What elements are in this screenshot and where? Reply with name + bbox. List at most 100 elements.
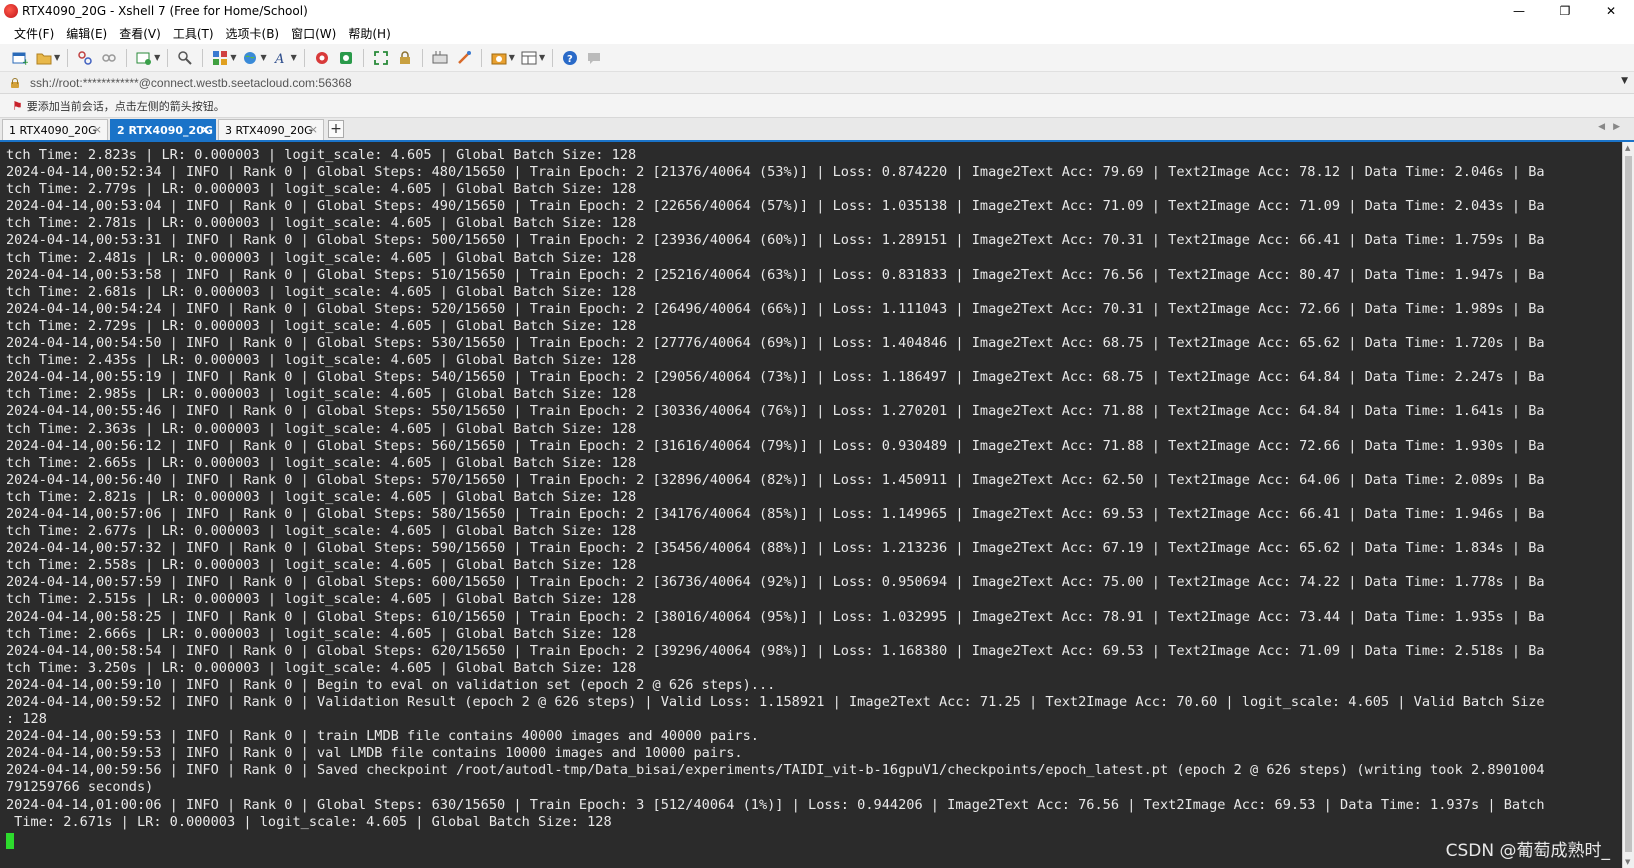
terminal-line: 2024-04-14,00:57:59 | INFO | Rank 0 | Gl…	[6, 574, 1545, 591]
lock-icon	[10, 77, 20, 88]
menu-tabs[interactable]: 选项卡(B)	[220, 25, 286, 42]
close-icon[interactable]: ×	[93, 123, 102, 136]
open-folder-icon[interactable]	[34, 48, 54, 68]
close-icon[interactable]: ×	[201, 123, 210, 136]
terminal-line: tch Time: 2.821s | LR: 0.000003 | logit_…	[6, 488, 637, 505]
terminal-line: 2024-04-14,00:53:04 | INFO | Rank 0 | Gl…	[6, 198, 1545, 215]
help-icon[interactable]: ?	[560, 48, 580, 68]
terminal-line: tch Time: 2.779s | LR: 0.000003 | logit_…	[6, 181, 637, 198]
terminal-line: 2024-04-14,00:56:40 | INFO | Rank 0 | Gl…	[6, 471, 1545, 488]
sessions-manager-icon[interactable]	[210, 48, 230, 68]
disconnect-icon[interactable]	[99, 48, 119, 68]
xftp-icon[interactable]	[312, 48, 332, 68]
terminal-line: tch Time: 2.363s | LR: 0.000003 | logit_…	[6, 420, 637, 437]
chevron-down-icon[interactable]: ▼	[260, 53, 266, 62]
chevron-down-icon[interactable]: ▼	[539, 53, 545, 62]
tab-session-3[interactable]: 3 RTX4090_20G ×	[218, 119, 324, 140]
bookmark-arrow-icon[interactable]: ⚑	[12, 99, 23, 113]
chevron-down-icon[interactable]: ▼	[291, 53, 297, 62]
add-tab-button[interactable]: +	[328, 120, 344, 138]
toolbar-separator	[202, 48, 204, 67]
minimize-button[interactable]: —	[1496, 0, 1542, 22]
xmanager-icon[interactable]	[336, 48, 356, 68]
terminal-line: tch Time: 2.515s | LR: 0.000003 | logit_…	[6, 591, 637, 608]
chevron-down-icon[interactable]: ▼	[154, 53, 160, 62]
tab-label: 3 RTX4090_20G	[225, 123, 313, 137]
title-bar: RTX4090_20G - Xshell 7 (Free for Home/Sc…	[0, 0, 1634, 22]
terminal-scrollbar[interactable]: ▲ ▼	[1622, 142, 1634, 868]
scroll-up-icon[interactable]: ▲	[1625, 144, 1630, 152]
globe-icon[interactable]	[240, 48, 260, 68]
close-icon[interactable]: ×	[309, 123, 318, 136]
terminal-line: 2024-04-14,00:58:54 | INFO | Rank 0 | Gl…	[6, 642, 1545, 659]
toolbar-separator	[126, 48, 128, 67]
tab-bar: 1 RTX4090_20G × 2 RTX4090_20G × 3 RTX409…	[0, 118, 1634, 142]
menu-edit[interactable]: 编辑(E)	[60, 25, 113, 42]
connect-icon[interactable]	[75, 48, 95, 68]
svg-text:+: +	[22, 58, 28, 66]
layout-icon[interactable]	[519, 48, 539, 68]
terminal-line: 2024-04-14,00:53:58 | INFO | Rank 0 | Gl…	[6, 266, 1545, 283]
menu-bar: 文件(F) 编辑(E) 查看(V) 工具(T) 选项卡(B) 窗口(W) 帮助(…	[0, 22, 1634, 44]
terminal-line: 2024-04-14,00:57:06 | INFO | Rank 0 | Gl…	[6, 505, 1545, 522]
terminal-line: 2024-04-14,00:59:10 | INFO | Rank 0 | Be…	[6, 676, 776, 693]
watermark: CSDN @葡萄成熟时_	[1445, 841, 1610, 861]
close-button[interactable]: ✕	[1588, 0, 1634, 22]
capture-icon[interactable]	[489, 48, 509, 68]
window-title: RTX4090_20G - Xshell 7 (Free for Home/Sc…	[22, 4, 308, 18]
terminal-line: tch Time: 2.677s | LR: 0.000003 | logit_…	[6, 523, 637, 540]
terminal-line: tch Time: 3.250s | LR: 0.000003 | logit_…	[6, 659, 637, 676]
lock-icon[interactable]	[395, 48, 415, 68]
terminal-line: 2024-04-14,00:55:19 | INFO | Rank 0 | Gl…	[6, 369, 1545, 386]
terminal-line: tch Time: 2.666s | LR: 0.000003 | logit_…	[6, 625, 637, 642]
terminal-line: 2024-04-14,00:59:53 | INFO | Rank 0 | va…	[6, 745, 743, 762]
terminal-line: 2024-04-14,00:59:52 | INFO | Rank 0 | Va…	[6, 694, 1545, 710]
menu-tools[interactable]: 工具(T)	[167, 25, 220, 42]
terminal-line: 2024-04-14,01:00:06 | INFO | Rank 0 | Gl…	[6, 796, 1545, 813]
session-address[interactable]: ssh://root:************@connect.westb.se…	[30, 76, 352, 90]
tab-scroll-arrows-icon[interactable]: ◀▶	[1598, 122, 1628, 132]
tab-label: 2 RTX4090_20G	[117, 123, 213, 137]
terminal-line: 2024-04-14,00:54:24 | INFO | Rank 0 | Gl…	[6, 300, 1545, 317]
menu-window[interactable]: 窗口(W)	[285, 25, 342, 42]
terminal-line: 791259766 seconds)	[6, 779, 154, 796]
chevron-down-icon[interactable]: ▼	[1621, 76, 1628, 86]
terminal-line: tch Time: 2.729s | LR: 0.000003 | logit_…	[6, 317, 637, 334]
new-session-icon[interactable]: +	[10, 48, 30, 68]
session-hint-bar: ⚑ 要添加当前会话，点击左侧的箭头按钮。	[0, 94, 1634, 118]
menu-view[interactable]: 查看(V)	[113, 25, 167, 42]
scroll-thumb[interactable]	[1625, 156, 1632, 852]
terminal-line: tch Time: 2.435s | LR: 0.000003 | logit_…	[6, 352, 637, 369]
font-icon[interactable]: A	[271, 48, 291, 68]
terminal-line: tch Time: 2.823s | LR: 0.000003 | logit_…	[6, 147, 637, 163]
tab-session-2[interactable]: 2 RTX4090_20G ×	[110, 119, 216, 140]
toolbar-separator	[303, 48, 305, 67]
keyboard-icon[interactable]	[430, 48, 450, 68]
reconnect-icon[interactable]	[134, 48, 154, 68]
terminal-output[interactable]: tch Time: 2.823s | LR: 0.000003 | logit_…	[0, 142, 1622, 868]
chevron-down-icon[interactable]: ▼	[54, 53, 60, 62]
tab-label: 1 RTX4090_20G	[9, 123, 97, 137]
menu-file[interactable]: 文件(F)	[8, 25, 60, 42]
terminal-line: : 128	[6, 711, 47, 728]
toolbar: + ▼ ▼ ▼ ▼ A ▼ ▼ ▼ ?	[0, 44, 1634, 72]
address-bar[interactable]: ssh://root:************@connect.westb.se…	[0, 72, 1634, 94]
find-icon[interactable]	[175, 48, 195, 68]
window-controls: — ❐ ✕	[1496, 0, 1634, 22]
terminal-line: 2024-04-14,00:58:25 | INFO | Rank 0 | Gl…	[6, 608, 1545, 625]
chat-icon[interactable]	[584, 48, 604, 68]
terminal-line: tch Time: 2.985s | LR: 0.000003 | logit_…	[6, 386, 637, 403]
script-icon[interactable]	[454, 48, 474, 68]
terminal-line: 2024-04-14,00:59:56 | INFO | Rank 0 | Sa…	[6, 762, 1545, 779]
scroll-down-icon[interactable]: ▼	[1625, 858, 1630, 866]
hint-text: 要添加当前会话，点击左侧的箭头按钮。	[26, 99, 225, 113]
tab-session-1[interactable]: 1 RTX4090_20G ×	[2, 119, 108, 140]
menu-help[interactable]: 帮助(H)	[342, 25, 396, 42]
terminal-line: 2024-04-14,00:55:46 | INFO | Rank 0 | Gl…	[6, 403, 1545, 420]
maximize-button[interactable]: ❐	[1542, 0, 1588, 22]
chevron-down-icon[interactable]: ▼	[509, 53, 515, 62]
fullscreen-icon[interactable]	[371, 48, 391, 68]
chevron-down-icon[interactable]: ▼	[230, 53, 236, 62]
svg-text:A: A	[274, 52, 284, 66]
terminal-line: 2024-04-14,00:57:32 | INFO | Rank 0 | Gl…	[6, 540, 1545, 557]
